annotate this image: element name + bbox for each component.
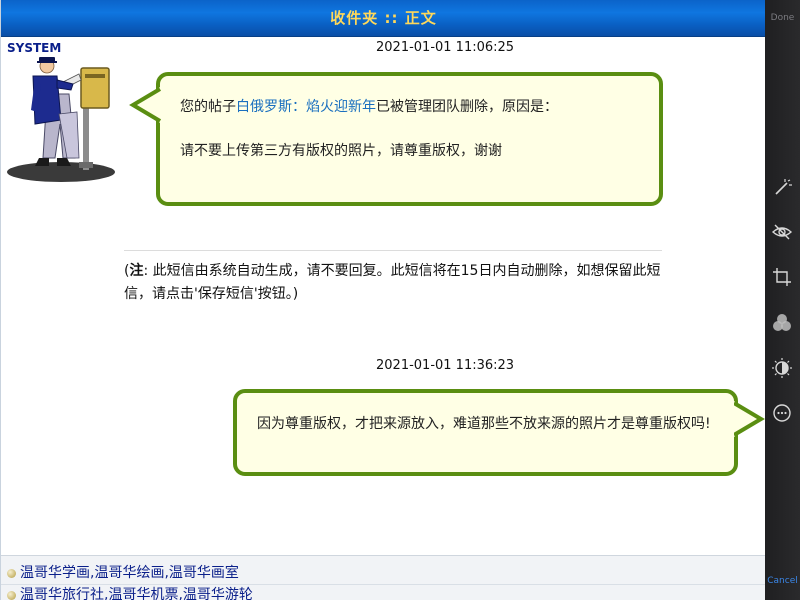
bullet-icon — [7, 591, 16, 600]
reply-timestamp: 2021-01-01 11:36:23 — [376, 358, 515, 373]
sponsored-links: 温哥华学画,温哥华绘画,温哥华画室 温哥华旅行社,温哥华机票,温哥华游轮 — [1, 555, 765, 600]
magic-wand-icon[interactable] — [771, 176, 793, 198]
adjust-icon[interactable] — [771, 357, 793, 379]
inbox-header: 收件夹 :: 正文 — [1, 0, 765, 37]
crop-rotate-icon[interactable] — [771, 266, 793, 288]
mailman-illustration — [7, 57, 115, 182]
system-note: (注: 此短信由系统自动生成，请不要回复。此短信将在15日内自动删除，如想保留此… — [124, 263, 661, 302]
link-item[interactable]: 温哥华学画,温哥华绘画,温哥华画室 — [7, 562, 239, 584]
message-page: 收件夹 :: 正文 SYSTEM 2021-01-01 11:06:25 您的帖… — [0, 0, 765, 600]
post-title-link[interactable]: 白俄罗斯：焰火迎新年 — [236, 99, 376, 115]
message-timestamp: 2021-01-01 11:06:25 — [376, 40, 515, 55]
sender-name: SYSTEM — [7, 41, 62, 55]
reply-message-bubble: 因为尊重版权，才把来源放入，难道那些不放来源的照片才是尊重版权吗! — [233, 389, 738, 476]
bubble-tail-left — [129, 87, 161, 123]
reply-text: 因为尊重版权，才把来源放入，难道那些不放来源的照片才是尊重版权吗! — [257, 416, 711, 432]
color-filters-icon[interactable] — [771, 312, 793, 334]
deletion-reason: 请不要上传第三方有版权的照片，请尊重版权，谢谢 — [180, 143, 502, 159]
deletion-notice: 您的帖子白俄罗斯：焰火迎新年已被管理团队删除，原因是： — [180, 99, 558, 115]
bullet-icon — [7, 569, 16, 578]
divider — [124, 250, 662, 251]
more-icon[interactable] — [771, 402, 793, 424]
system-message-bubble: 您的帖子白俄罗斯：焰火迎新年已被管理团队删除，原因是： 请不要上传第三方有版权的… — [156, 72, 663, 206]
cancel-button[interactable]: Cancel — [765, 576, 800, 586]
eye-slash-icon[interactable] — [771, 221, 793, 243]
bubble-tail-right — [734, 401, 765, 437]
link-item[interactable]: 温哥华旅行社,温哥华机票,温哥华游轮 — [7, 584, 253, 600]
done-button[interactable]: Done — [765, 13, 800, 23]
edit-toolbar: Done Cancel — [765, 0, 800, 600]
page-title: 收件夹 :: 正文 — [330, 9, 437, 27]
